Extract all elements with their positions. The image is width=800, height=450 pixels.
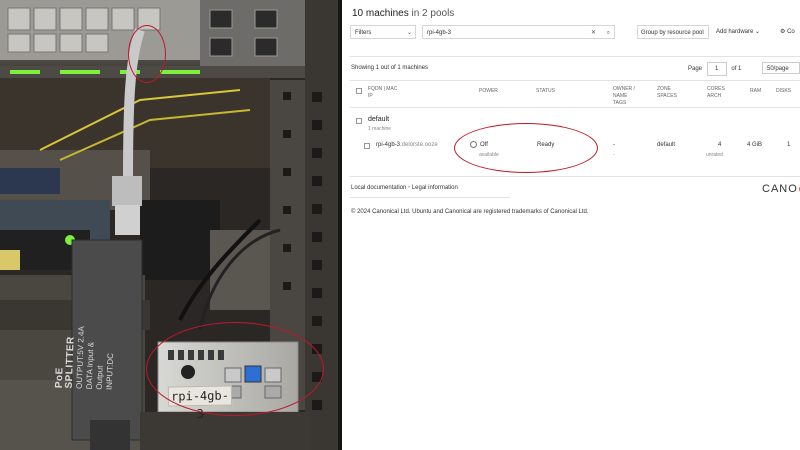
clear-icon[interactable]: ✕ xyxy=(591,26,596,40)
toolbar: Filters ⌄ rpi-4gb-3 ✕ ⌕ Group by resource… xyxy=(342,25,800,43)
search-icon[interactable]: ⌕ xyxy=(607,26,610,40)
settings-button[interactable]: ⚙ Co xyxy=(780,25,800,39)
cores-value: 4 xyxy=(718,142,722,148)
search-input[interactable]: rpi-4gb-3 ✕ ⌕ xyxy=(422,25,615,39)
add-hardware-button[interactable]: Add hardware ⌄ xyxy=(716,25,772,39)
column-header-ram[interactable]: RAM xyxy=(750,88,761,95)
select-all-checkbox[interactable] xyxy=(356,88,362,94)
arch-value: unrated xyxy=(706,152,723,158)
maas-machine-list: 10 machines in 2 pools Filters ⌄ rpi-4gb-… xyxy=(342,0,800,450)
filters-dropdown[interactable]: Filters ⌄ xyxy=(350,25,416,39)
per-page-select[interactable]: 50/page xyxy=(762,62,800,74)
copyright: © 2024 Canonical Ltd. Ubuntu and Canonic… xyxy=(351,209,589,215)
annotation-circle-status xyxy=(454,123,598,173)
divider xyxy=(350,107,800,108)
legal-info-link[interactable]: Legal information xyxy=(412,185,458,191)
gear-icon: ⚙ xyxy=(780,29,786,35)
column-header-power[interactable]: POWER xyxy=(479,88,498,95)
group-name: default xyxy=(368,116,390,123)
column-header-cores[interactable]: CORES ARCH xyxy=(707,86,725,100)
group-checkbox[interactable] xyxy=(356,118,362,124)
annotation-circle-device xyxy=(146,322,324,416)
footer-links: Local documentation • Legal information xyxy=(351,185,458,191)
owner-value: - xyxy=(613,142,615,148)
machine-hostname[interactable]: rpi-4gb-3.delorste.ooze xyxy=(376,142,438,148)
result-count: Showing 1 out of 1 machines xyxy=(351,65,429,71)
ram-value: 4 GiB xyxy=(747,142,763,148)
group-count: 1 machine xyxy=(368,126,392,132)
group-by-select[interactable]: Group by resource pool xyxy=(637,25,709,39)
divider xyxy=(350,197,510,198)
disks-value: 1 xyxy=(787,142,791,148)
row-checkbox[interactable] xyxy=(364,143,370,149)
column-header-status[interactable]: STATUS xyxy=(536,88,555,95)
chevron-down-icon: ⌄ xyxy=(755,29,761,35)
divider xyxy=(350,176,800,177)
annotation-circle-cable xyxy=(128,25,166,83)
tags-value: - xyxy=(613,152,615,158)
canonical-logo: CANO xyxy=(762,183,800,195)
divider xyxy=(350,56,800,57)
zone-value[interactable]: default xyxy=(657,142,675,148)
column-header-disks[interactable]: DISKS xyxy=(776,88,791,95)
chevron-down-icon: ⌄ xyxy=(406,30,412,36)
page-number-input[interactable]: 1 xyxy=(706,62,727,76)
pagination: Page 1 of 1 xyxy=(688,62,741,76)
column-header-zone[interactable]: ZONE SPACES xyxy=(657,86,677,100)
rack-photo: PoE SPLITTER OUTPUT:5V 2.4A DATA Input &… xyxy=(0,0,340,450)
column-header-owner[interactable]: OWNER / NAME TAGS xyxy=(613,86,635,107)
local-docs-link[interactable]: Local documentation xyxy=(351,185,406,191)
column-header-fqdn[interactable]: FQDN | MAC IP xyxy=(368,86,397,100)
divider xyxy=(350,80,800,81)
page-title: 10 machines in 2 pools xyxy=(352,8,455,19)
